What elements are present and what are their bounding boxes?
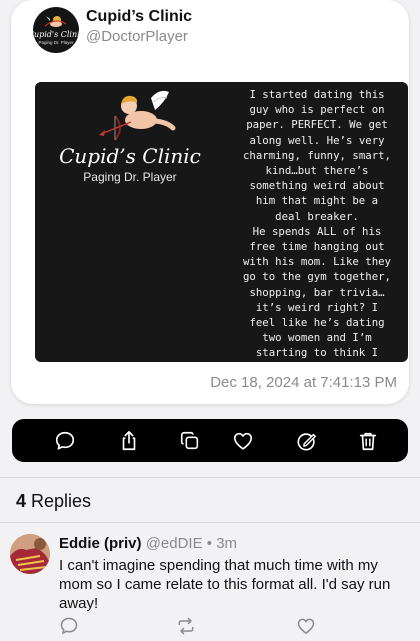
divider	[0, 522, 420, 523]
edit-button[interactable]	[285, 419, 329, 462]
avatar[interactable]: Cupid's Clinic Paging Dr. Player	[33, 7, 79, 53]
heart-icon	[233, 432, 253, 450]
reply-author-handle[interactable]: @edDIE	[146, 535, 203, 552]
avatar-text: Cupid's Clinic	[33, 30, 79, 39]
cupid-logo-icon: Cupid's Clinic Paging Dr. Player	[33, 16, 79, 45]
divider	[0, 477, 420, 478]
share-icon	[122, 430, 136, 450]
post-author-name[interactable]: Cupid’s Clinic	[86, 8, 192, 26]
replies-count: 4	[16, 491, 27, 511]
reply-like-button[interactable]	[296, 616, 316, 641]
post-action-bar	[12, 419, 408, 462]
reply-time: 3m	[216, 535, 238, 552]
replies-heading: 4 Replies	[16, 491, 91, 512]
repost-icon	[178, 617, 194, 635]
post-author-handle[interactable]: @DoctorPlayer	[86, 28, 188, 45]
cupid-illustration-icon	[99, 90, 176, 141]
avatar-subtext: Paging Dr. Player	[38, 40, 74, 45]
copy-button[interactable]	[168, 419, 212, 462]
post-card: Cupid's Clinic Paging Dr. Player Cupid’s…	[11, 0, 409, 404]
reply-action-bar	[0, 616, 420, 640]
replies-label: Replies	[31, 491, 92, 511]
comment-button[interactable]	[43, 419, 87, 462]
media-post-text: I started dating this guy who is perfect…	[243, 88, 391, 360]
reply-author-name[interactable]: Eddie (priv)	[59, 535, 142, 552]
media-brand-title: Cupid’s Clinic	[59, 144, 201, 168]
like-button[interactable]	[221, 419, 265, 462]
reply-header: Eddie (priv) @edDIE • 3m	[59, 535, 237, 552]
copy-icon	[180, 431, 199, 449]
trash-icon	[359, 432, 377, 450]
heart-icon	[297, 618, 315, 634]
delete-button[interactable]	[346, 419, 390, 462]
reply-avatar[interactable]	[10, 534, 50, 574]
reply-avatar-photo-icon	[10, 534, 50, 574]
share-button[interactable]	[107, 419, 151, 462]
post-image[interactable]: Cupid’s Clinic Paging Dr. Player I start…	[35, 82, 408, 362]
reply-body: I can't imagine spending that much time …	[59, 557, 391, 612]
post-timestamp: Dec 18, 2024 at 7:41:13 PM	[210, 374, 397, 391]
media-tagline: Paging Dr. Player	[83, 170, 177, 184]
edit-icon	[297, 432, 316, 451]
reply-repost-button[interactable]	[176, 616, 196, 641]
comment-icon	[55, 431, 75, 450]
reply-separator: •	[206, 535, 213, 552]
reply-comment-button[interactable]	[59, 616, 79, 641]
comment-icon	[60, 617, 78, 635]
